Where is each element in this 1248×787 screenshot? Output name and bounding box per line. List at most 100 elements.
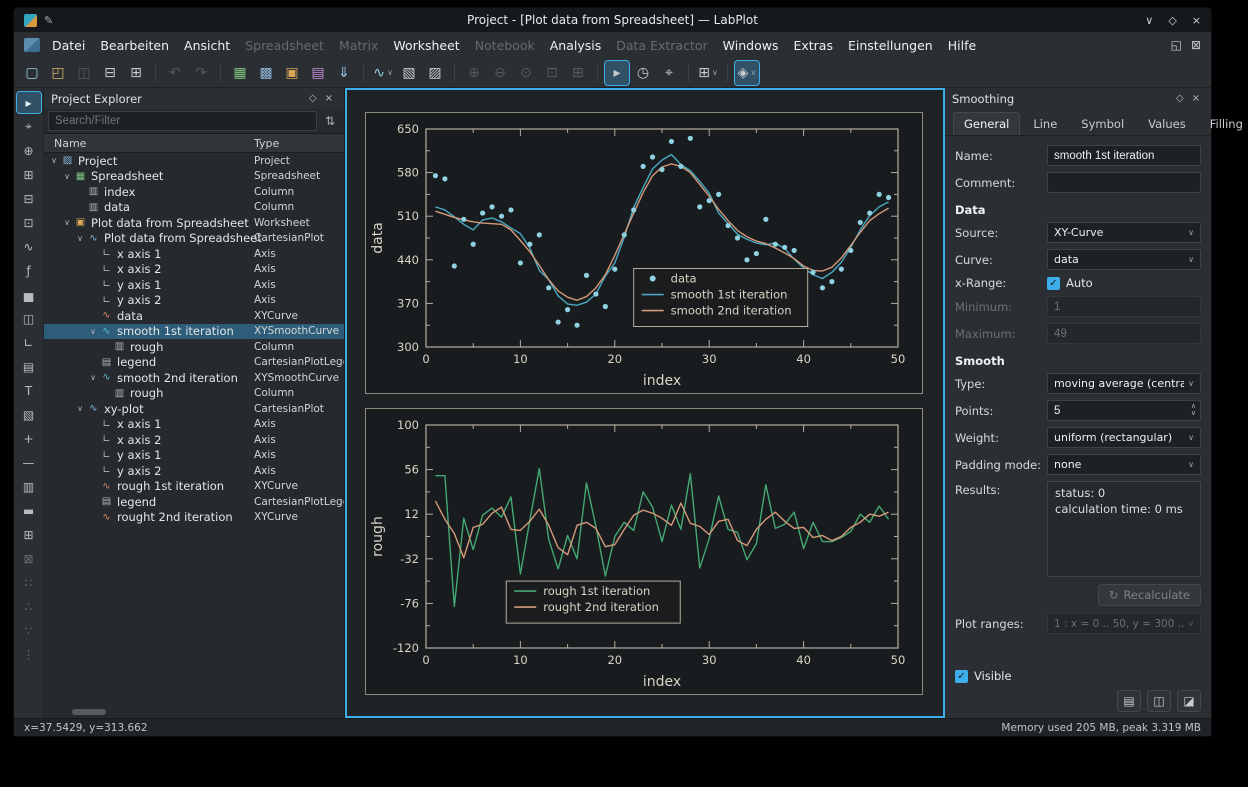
dropdown-arrow-icon[interactable]: ∨ xyxy=(387,68,393,77)
menu-ansicht[interactable]: Ansicht xyxy=(177,35,237,56)
weight-combobox[interactable]: uniform (rectangular)∨ xyxy=(1047,427,1201,448)
tree-row-x-axis-2[interactable]: ∟x axis 2Axis xyxy=(44,432,344,448)
add-boxplot-button[interactable]: ◫ xyxy=(17,308,41,329)
fit-selection-button[interactable]: ⊞ xyxy=(566,61,590,85)
tree-row-y-axis-2[interactable]: ∟y axis 2Axis xyxy=(44,463,344,479)
expander-icon[interactable]: ∨ xyxy=(87,327,99,336)
tree-row-data[interactable]: ▥dataColumn xyxy=(44,200,344,216)
close-panel-icon[interactable]: × xyxy=(321,93,337,104)
add-curve-button[interactable]: ∿ xyxy=(17,236,41,257)
tree-row-rough[interactable]: ▥roughColumn xyxy=(44,339,344,355)
tree-row-x-axis-1[interactable]: ∟x axis 1Axis xyxy=(44,417,344,433)
mouse-mode-navigate-button[interactable]: ◷ xyxy=(631,61,655,85)
add-plot-centered-button[interactable]: ⊡ xyxy=(17,212,41,233)
plot-area-rough[interactable]: 01020304050-120-76-321256100indexroughro… xyxy=(365,408,923,695)
subwindow-close-button[interactable]: ⊠ xyxy=(1187,38,1205,52)
spinner-arrows[interactable]: ∧∨ xyxy=(1191,403,1196,417)
add-image-button[interactable]: ▧ xyxy=(17,404,41,425)
spin-down-icon[interactable]: ∨ xyxy=(1191,410,1196,417)
close-panel-icon[interactable]: × xyxy=(1188,93,1204,104)
import-data-button[interactable]: ⇓ xyxy=(332,61,356,85)
titlebar[interactable]: ✎ Project - [Plot data from Spreadsheet]… xyxy=(14,8,1211,32)
tree-row-rough[interactable]: ▥roughColumn xyxy=(44,386,344,402)
new-spreadsheet-button[interactable]: ▦ xyxy=(228,61,252,85)
tree-row-legend[interactable]: ▤legendCartesianPlotLegend xyxy=(44,355,344,371)
float-panel-icon[interactable]: ◇ xyxy=(1172,93,1188,104)
redo-button[interactable]: ↷ xyxy=(189,61,213,85)
points-spinbox[interactable]: ∧∨ xyxy=(1047,400,1201,421)
points-input[interactable] xyxy=(1047,400,1201,421)
zoom-in-button[interactable]: ⊕ xyxy=(462,61,486,85)
zoom-in-view-button[interactable]: ∷ xyxy=(17,572,41,593)
recalculate-button[interactable]: ↻ Recalculate xyxy=(1098,584,1201,606)
expander-icon[interactable]: ∨ xyxy=(48,156,60,165)
add-histogram-button[interactable]: ▅ xyxy=(17,284,41,305)
add-text-label-button[interactable]: ▧ xyxy=(397,61,421,85)
add-plot-four-axes-button[interactable]: ⊞ xyxy=(17,164,41,185)
more-tools-button[interactable]: ⋮ xyxy=(17,644,41,665)
tool-select-button[interactable]: ▸ xyxy=(17,92,41,113)
pin-icon[interactable]: ✎ xyxy=(44,14,53,27)
source-combobox[interactable]: XY-Curve∨ xyxy=(1047,222,1201,243)
float-panel-icon[interactable]: ◇ xyxy=(305,93,321,104)
tree-row-y-axis-2[interactable]: ∟y axis 2Axis xyxy=(44,293,344,309)
dropdown-arrow-icon[interactable]: ∨ xyxy=(712,68,718,77)
menu-analysis[interactable]: Analysis xyxy=(543,35,609,56)
magnification-button[interactable]: ⊞∨ xyxy=(696,61,720,85)
visible-checkbox[interactable]: ✓ Visible xyxy=(955,669,1012,683)
tree-row-y-axis-1[interactable]: ∟y axis 1Axis xyxy=(44,448,344,464)
tree-row-legend[interactable]: ▤legendCartesianPlotLegend xyxy=(44,494,344,510)
auto-checkbox[interactable]: ✓ Auto xyxy=(1047,276,1201,290)
curve-combobox[interactable]: data∨ xyxy=(1047,249,1201,270)
type-combobox[interactable]: moving average (central)∨ xyxy=(1047,373,1201,394)
tree-row-plot-data-from-spreadsheet[interactable]: ∨▣Plot data from SpreadsheetWorksheet xyxy=(44,215,344,231)
tree-row-x-axis-2[interactable]: ∟x axis 2Axis xyxy=(44,262,344,278)
undo-button[interactable]: ↶ xyxy=(163,61,187,85)
tree-row-rought-2nd-iteration[interactable]: ∿rought 2nd iterationXYCurve xyxy=(44,510,344,526)
add-plot-button[interactable]: ∿∨ xyxy=(371,61,395,85)
menu-windows[interactable]: Windows xyxy=(716,35,786,56)
tree-row-data[interactable]: ∿dataXYCurve xyxy=(44,308,344,324)
layout-horizontal-button[interactable]: ▬ xyxy=(17,500,41,521)
add-axis-button[interactable]: ∟ xyxy=(17,332,41,353)
tree-column-header[interactable]: Name Type xyxy=(44,134,344,153)
zoom-original-button[interactable]: ⊙ xyxy=(514,61,538,85)
expander-icon[interactable]: ∨ xyxy=(61,172,73,181)
tab-values[interactable]: Values xyxy=(1137,112,1197,135)
zoom-fit-view-button[interactable]: ∵ xyxy=(17,620,41,641)
new-project-button[interactable]: ▢ xyxy=(20,61,44,85)
presenter-mode-button[interactable]: ◈∨ xyxy=(735,61,759,85)
tree-row-plot-data-from-spreadsheet[interactable]: ∨∿Plot data from SpreadsheetCartesianPlo… xyxy=(44,231,344,247)
add-reference-line-button[interactable]: — xyxy=(17,452,41,473)
filter-options-icon[interactable]: ⇅ xyxy=(320,114,340,128)
minimize-button[interactable]: ∨ xyxy=(1145,14,1153,27)
worksheet-view[interactable]: 01020304050300370440510580650indexdatada… xyxy=(345,88,945,718)
search-input[interactable] xyxy=(48,111,317,131)
add-plot-two-axes-button[interactable]: ⊟ xyxy=(17,188,41,209)
mouse-mode-select-button[interactable]: ▸ xyxy=(605,61,629,85)
tab-general[interactable]: General xyxy=(953,112,1020,135)
padding-mode-combobox[interactable]: none∨ xyxy=(1047,454,1201,475)
layout-vertical-button[interactable]: ▥ xyxy=(17,476,41,497)
tree-row-spreadsheet[interactable]: ∨▦SpreadsheetSpreadsheet xyxy=(44,169,344,185)
zoom-out-view-button[interactable]: ∴ xyxy=(17,596,41,617)
expander-icon[interactable]: ∨ xyxy=(61,218,73,227)
tree-row-y-axis-1[interactable]: ∟y axis 1Axis xyxy=(44,277,344,293)
scrollbar-handle[interactable] xyxy=(72,709,106,715)
tree-row-smooth-2nd-iteration[interactable]: ∨∿smooth 2nd iterationXYSmoothCurve xyxy=(44,370,344,386)
expander-icon[interactable]: ∨ xyxy=(74,404,86,413)
add-equation-curve-button[interactable]: ƒ xyxy=(17,260,41,281)
zoom-fit-button[interactable]: ⊡ xyxy=(540,61,564,85)
plot-area-data[interactable]: 01020304050300370440510580650indexdatada… xyxy=(365,112,923,394)
add-text-label-button[interactable]: T xyxy=(17,380,41,401)
tree-row-smooth-1st-iteration[interactable]: ∨∿smooth 1st iterationXYSmoothCurve xyxy=(44,324,344,340)
layout-grid-button[interactable]: ⊞ xyxy=(17,524,41,545)
expander-icon[interactable]: ∨ xyxy=(87,373,99,382)
new-worksheet-button[interactable]: ▣ xyxy=(280,61,304,85)
menu-hilfe[interactable]: Hilfe xyxy=(941,35,983,56)
tab-filling[interactable]: Filling xyxy=(1199,112,1248,135)
new-notebook-button[interactable]: ▤ xyxy=(306,61,330,85)
mouse-mode-zoom-button[interactable]: ⌖ xyxy=(657,61,681,85)
column-type[interactable]: Type xyxy=(254,137,279,150)
tool-zoom-button[interactable]: ⊕ xyxy=(17,140,41,161)
